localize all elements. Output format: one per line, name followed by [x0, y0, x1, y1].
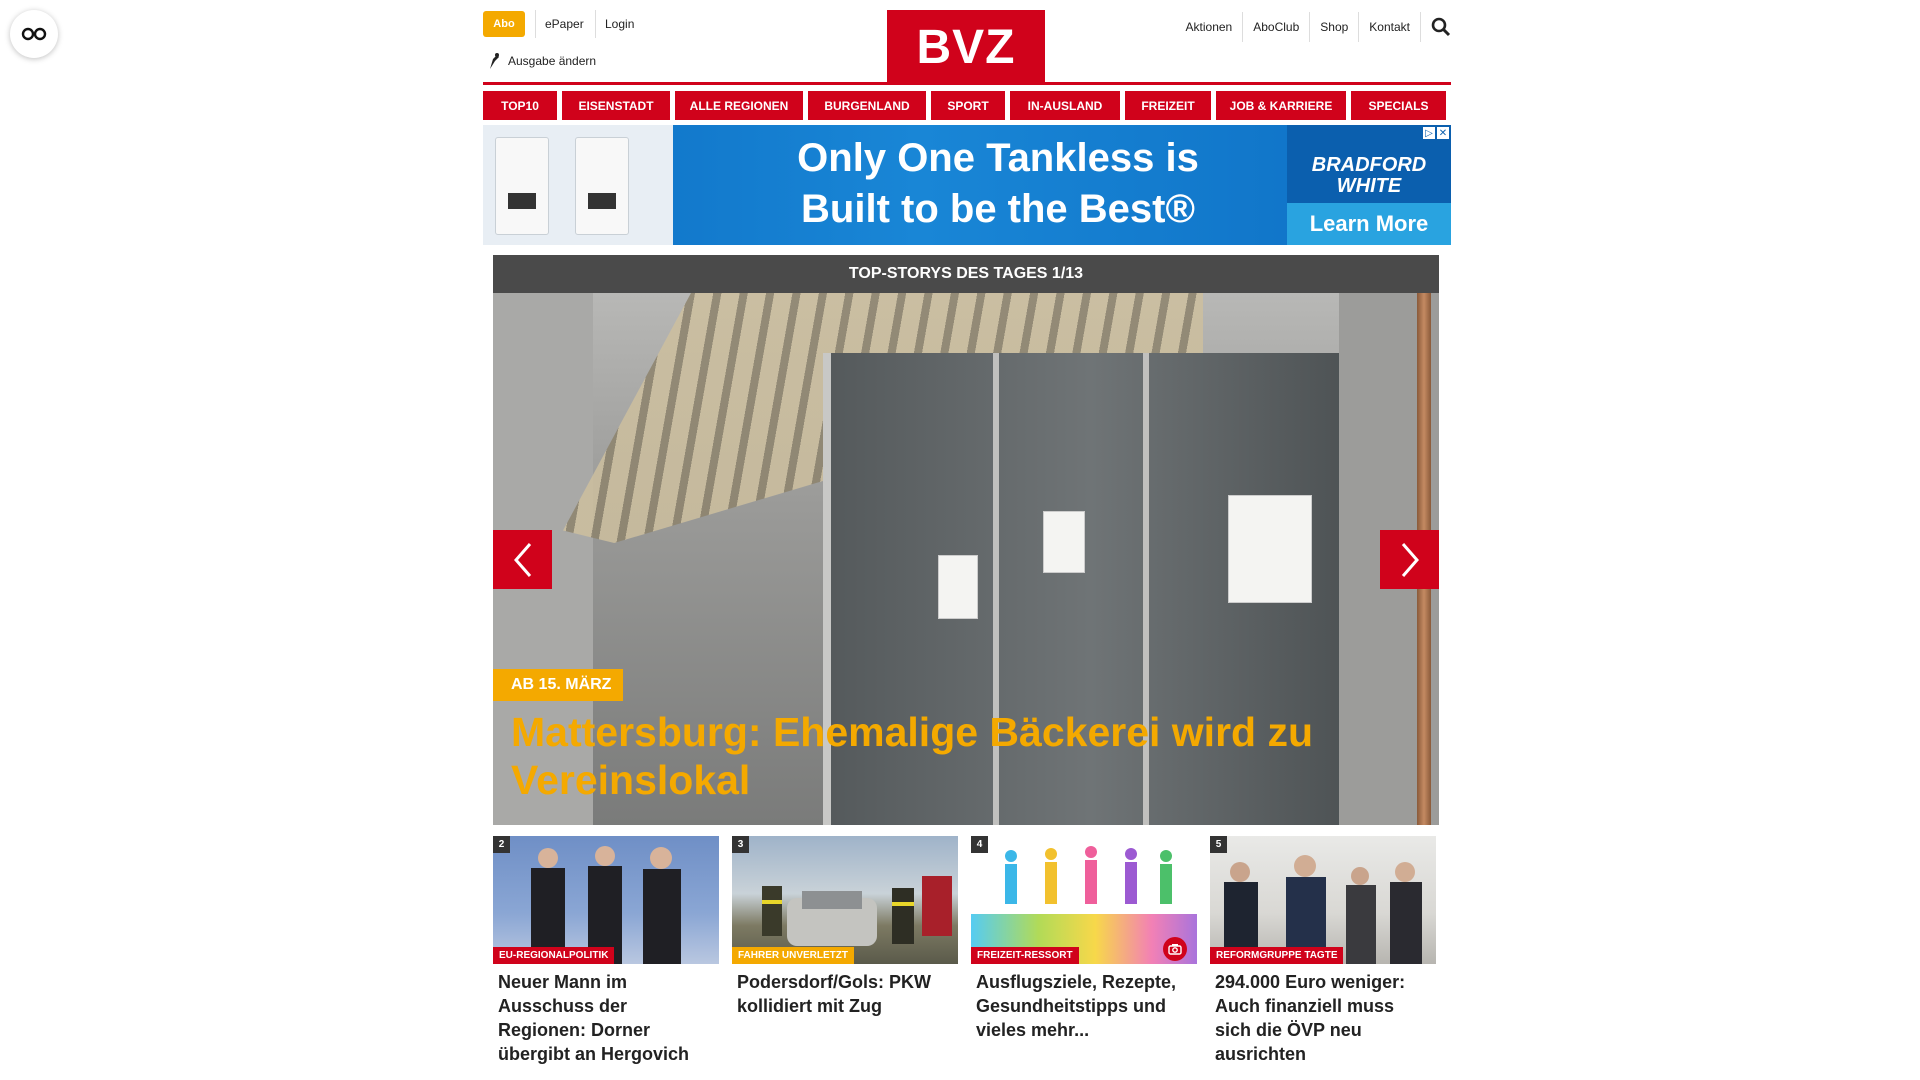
teaser-card[interactable]: 4 FREIZEIT-RESSORT Ausflugsziele, Rezept… [971, 836, 1197, 1066]
ad-choices[interactable]: ▷ ✕ [1423, 127, 1449, 139]
teaser-card[interactable]: 3 FAHRER UNVERLETZT Podersdorf/Gols: PKW… [732, 836, 958, 1066]
nav-item-in-ausland[interactable]: IN-AUSLAND [1010, 91, 1120, 120]
ad-headline-line1: Only One Tankless is [797, 136, 1199, 180]
slide-headline[interactable]: Mattersburg: Ehemalige Bäckerei wird zu … [511, 708, 1411, 804]
ausgabe-label: Ausgabe ändern [508, 54, 597, 68]
nav-item-job-karriere[interactable]: JOB & KARRIERE [1216, 91, 1346, 120]
accident-photo [762, 876, 952, 946]
ad-product-image [483, 125, 673, 245]
teaser-image[interactable]: 5 REFORMGRUPPE TAGTE [1210, 836, 1436, 964]
reader-mode-button[interactable] [10, 10, 58, 58]
teaser-rank: 4 [971, 836, 988, 853]
teaser-title[interactable]: Ausflugsziele, Rezepte, Gesundheitstipps… [971, 964, 1197, 1042]
slider-prev-button[interactable] [493, 530, 552, 589]
kontakt-link[interactable]: Kontakt [1359, 12, 1421, 42]
header-right-links: Aktionen AboClub Shop Kontakt [1176, 12, 1451, 42]
top-stories-slider: TOP-STORYS DES TAGES 1/13 AB 15. MÄRZ Ma… [493, 255, 1439, 825]
gallery-badge [1163, 937, 1187, 961]
teaser-category-label: FREIZEIT-RESSORT [971, 947, 1079, 964]
ad-brand-line1: BRADFORD [1311, 154, 1427, 176]
edition-icon [490, 53, 499, 69]
glasses-icon [21, 27, 47, 41]
search-button[interactable] [1421, 17, 1451, 37]
aboclub-link[interactable]: AboClub [1243, 12, 1311, 42]
shop-link[interactable]: Shop [1310, 12, 1360, 42]
camera-icon [1168, 944, 1182, 955]
divider [595, 10, 596, 38]
advertisement-banner[interactable]: Only One Tankless is Built to be the Bes… [483, 125, 1451, 245]
teaser-image[interactable]: 4 FREIZEIT-RESSORT [971, 836, 1197, 964]
teaser-image[interactable]: 2 EU-REGIONALPOLITIK [493, 836, 719, 964]
chevron-left-icon [513, 542, 531, 577]
teaser-title[interactable]: Podersdorf/Gols: PKW kollidiert mit Zug [732, 964, 958, 1018]
teaser-image[interactable]: 3 FAHRER UNVERLETZT [732, 836, 958, 964]
nav-item-eisenstadt[interactable]: EISENSTADT [562, 91, 670, 120]
teaser-rank: 2 [493, 836, 510, 853]
aktionen-link[interactable]: Aktionen [1176, 12, 1244, 42]
ausgabe-aendern-link[interactable]: Ausgabe ändern [488, 52, 596, 70]
slide-image[interactable]: AB 15. MÄRZ Mattersburg: Ehemalige Bäcke… [493, 293, 1439, 825]
abo-button[interactable]: Abo [483, 11, 525, 37]
teaser-card[interactable]: 5 REFORMGRUPPE TAGTE 294.000 Euro wenige… [1210, 836, 1436, 1066]
teaser-row: 2 EU-REGIONALPOLITIK Neuer Mann im Aussc… [493, 836, 1439, 1066]
adchoices-icon[interactable]: ▷ [1423, 127, 1435, 139]
ad-learn-more-button[interactable]: Learn More [1287, 203, 1451, 245]
nav-item-specials[interactable]: SPECIALS [1351, 91, 1446, 120]
ad-brand-logo: BRADFORD WHITE [1287, 155, 1451, 197]
search-icon [1431, 17, 1451, 37]
meeting-photo [1224, 855, 1422, 964]
bvz-logo[interactable]: BVZ [887, 10, 1045, 84]
teaser-rank: 3 [732, 836, 749, 853]
divider [535, 10, 536, 38]
teaser-category-label: EU-REGIONALPOLITIK [493, 947, 615, 964]
ad-headline: Only One Tankless is Built to be the Bes… [673, 133, 1323, 235]
teaser-category-label: FAHRER UNVERLETZT [732, 947, 854, 964]
poster [1228, 495, 1312, 603]
page-container: Abo ePaper Login Ausgabe ändern BVZ Akti… [483, 0, 1451, 245]
nav-item-burgenland[interactable]: BURGENLAND [808, 91, 926, 120]
teaser-title[interactable]: Neuer Mann im Ausschuss der Regionen: Do… [493, 964, 719, 1066]
teaser-category-label: REFORMGRUPPE TAGTE [1210, 947, 1344, 964]
slider-header: TOP-STORYS DES TAGES 1/13 [493, 255, 1439, 293]
chevron-right-icon [1401, 542, 1419, 577]
slider-next-button[interactable] [1380, 530, 1439, 589]
people-photo [531, 846, 681, 964]
close-icon[interactable]: ✕ [1437, 127, 1449, 139]
teaser-card[interactable]: 2 EU-REGIONALPOLITIK Neuer Mann im Aussc… [493, 836, 719, 1066]
ad-brand-panel: BRADFORD WHITE Learn More [1287, 125, 1451, 245]
main-navigation: TOP10 EISENSTADT ALLE REGIONEN BURGENLAN… [483, 91, 1451, 120]
epaper-link[interactable]: ePaper [545, 17, 584, 31]
teaser-rank: 5 [1210, 836, 1227, 853]
ad-headline-line2: Built to be the Best® [801, 187, 1195, 231]
nav-item-sport[interactable]: SPORT [931, 91, 1005, 120]
login-link[interactable]: Login [605, 17, 634, 31]
teaser-title[interactable]: 294.000 Euro weniger: Auch finanziell mu… [1210, 964, 1436, 1066]
nav-item-freizeit[interactable]: FREIZEIT [1125, 91, 1211, 120]
poster [1043, 511, 1085, 573]
nav-item-top10[interactable]: TOP10 [483, 91, 557, 120]
poster [938, 555, 978, 619]
site-header: Abo ePaper Login Ausgabe ändern BVZ Akti… [483, 0, 1451, 85]
ad-brand-line2: WHITE [1336, 175, 1402, 197]
slide-kicker-badge: AB 15. MÄRZ [493, 669, 624, 701]
nav-item-alle-regionen[interactable]: ALLE REGIONEN [675, 91, 803, 120]
